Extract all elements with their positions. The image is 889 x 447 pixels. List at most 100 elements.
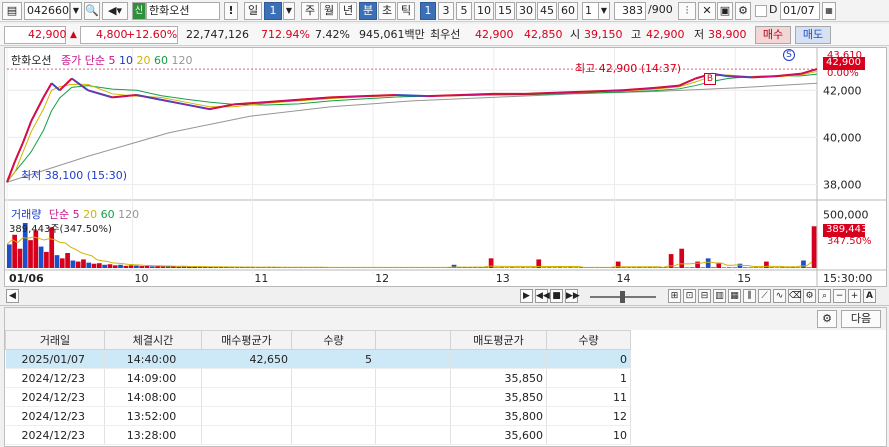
multiplier-dropdown-icon[interactable]: ▼	[598, 2, 610, 20]
interval-1-button[interactable]: 1	[420, 2, 436, 20]
col-exec-time[interactable]: 체결시간	[104, 330, 202, 350]
interval-10-button[interactable]: 10	[474, 2, 494, 20]
cell-sell-qty: 1	[546, 368, 631, 388]
page-count-input[interactable]: 383	[614, 2, 646, 20]
time-tick-label: 10	[135, 272, 149, 285]
volume-bar	[637, 267, 642, 268]
period-day-button[interactable]: 일	[244, 2, 262, 20]
magnifier-icon[interactable]: ⌕	[818, 289, 831, 303]
volume-bar	[59, 258, 65, 268]
cell-sell-avg: 35,800	[450, 406, 547, 426]
date-input[interactable]: 01/07	[780, 2, 820, 20]
col-trade-date[interactable]: 거래일	[5, 330, 105, 350]
save-icon[interactable]: ▣	[717, 2, 733, 20]
volume-bar	[674, 267, 679, 268]
cell-buy-qty	[291, 368, 376, 388]
table-row[interactable]: 2024/12/23 14:08:00 35,850 11	[5, 387, 631, 407]
volume-bar	[97, 263, 102, 268]
volume-bar	[541, 267, 547, 268]
table-settings-icon[interactable]: ⚙	[817, 310, 837, 328]
quote-bar: 42,900 ▲ 4,800 +12.60% 22,747,126 712.94…	[0, 24, 889, 46]
stock-code-input[interactable]: 042660	[24, 2, 70, 20]
chart-area[interactable]: 42,000 40,000 38,000 01/06 10 11 12 13 14 15 500,0…	[4, 47, 887, 287]
wave-icon[interactable]: ∿	[773, 289, 786, 303]
date-checkbox[interactable]	[755, 5, 767, 17]
vma-120-label: 120	[118, 208, 140, 221]
trend-icon[interactable]: ⟋	[758, 289, 771, 303]
sell-button[interactable]: 매도	[795, 26, 831, 44]
scroll-left-icon[interactable]: ◀	[6, 289, 19, 303]
stock-name-field[interactable]: 한화오션	[146, 2, 220, 20]
interval-5-button[interactable]: 5	[456, 2, 472, 20]
table-row[interactable]: 2024/12/23 13:52:00 35,800 12	[5, 406, 631, 426]
volume-bar	[552, 267, 557, 268]
volume-bar	[515, 267, 520, 268]
low-label: 저	[694, 28, 705, 41]
interval-60-button[interactable]: 60	[558, 2, 578, 20]
interval-45-button[interactable]: 45	[537, 2, 557, 20]
volume-bar	[155, 266, 160, 268]
grid-icon[interactable]: ▦	[728, 289, 741, 303]
time-tick-label: 12	[375, 272, 389, 285]
candle-icon[interactable]: ⫶	[678, 2, 696, 20]
cell-blank	[375, 387, 451, 407]
period-year-button[interactable]: 년	[339, 2, 357, 20]
period-multiplier-button[interactable]: 1	[264, 2, 282, 20]
interval-15-button[interactable]: 15	[495, 2, 515, 20]
volume-bar	[689, 267, 695, 268]
price-title: 한화오션	[11, 54, 52, 67]
overlay-icon[interactable]: ⊡	[683, 289, 696, 303]
col-buy-qty[interactable]: 수량	[291, 330, 376, 350]
zoom-in-icon[interactable]: +	[848, 289, 861, 303]
buy-button[interactable]: 매수	[755, 26, 791, 44]
volume-ma-line	[6, 236, 813, 268]
col-sell-qty[interactable]: 수량	[546, 330, 631, 350]
chart-settings-icon[interactable]: ⚙	[803, 289, 816, 303]
crosshair-icon[interactable]: ✕	[698, 2, 716, 20]
scroll-right-icon[interactable]: ▶	[520, 289, 533, 303]
col-sell-avg[interactable]: 매도평균가	[450, 330, 547, 350]
compare-icon[interactable]: ⊟	[698, 289, 711, 303]
best-ask: 42,900	[475, 28, 514, 41]
alert-icon[interactable]: !	[224, 2, 238, 20]
volume-bar	[795, 267, 801, 268]
bars-icon[interactable]: ⫼	[743, 289, 756, 303]
table-row[interactable]: 2024/12/23 13:28:00 35,600 10	[5, 425, 631, 445]
text-size-icon[interactable]: A	[863, 289, 876, 303]
trade-amount: 945,061백만	[359, 28, 425, 41]
layout-icon[interactable]: ▥	[713, 289, 726, 303]
gear-icon[interactable]: ⚙	[735, 2, 751, 20]
trash-icon[interactable]: ⌫	[788, 289, 802, 303]
period-second-button[interactable]: 초	[378, 2, 396, 20]
cell-date: 2025/01/07	[5, 349, 105, 369]
menu-icon[interactable]: ▤	[2, 2, 22, 20]
zoom-fit-icon[interactable]: ⊞	[668, 289, 681, 303]
fast-forward-icon[interactable]: ▶▶	[565, 289, 580, 303]
zoom-slider-handle[interactable]	[620, 291, 625, 303]
interval-3-button[interactable]: 3	[438, 2, 454, 20]
period-tick-button[interactable]: 틱	[397, 2, 415, 20]
period-minute-button[interactable]: 분	[359, 2, 377, 20]
period-week-button[interactable]: 주	[301, 2, 319, 20]
table-row[interactable]: 2025/01/07 14:40:00 42,650 5 0	[5, 349, 631, 369]
table-row[interactable]: 2024/12/23 14:09:00 35,850 1	[5, 368, 631, 388]
table-header-bar: ⚙ 다음	[5, 308, 886, 330]
stop-icon[interactable]: ■	[550, 289, 563, 303]
cell-sell-qty: 0	[546, 349, 631, 369]
interval-30-button[interactable]: 30	[516, 2, 536, 20]
search-icon[interactable]: 🔍	[84, 2, 100, 20]
price-change: 4,800	[96, 28, 128, 41]
period-month-button[interactable]: 월	[320, 2, 338, 20]
cell-buy-qty	[291, 387, 376, 407]
marker-b[interactable]: B	[704, 73, 716, 85]
marker-s[interactable]: S	[783, 49, 795, 61]
next-button[interactable]: 다음	[841, 310, 881, 328]
volume-bar	[38, 246, 44, 268]
calendar-icon[interactable]: ▦	[822, 2, 836, 20]
period-dropdown-icon[interactable]: ▼	[283, 2, 295, 20]
code-dropdown-icon[interactable]: ▼	[70, 2, 82, 20]
zoom-out-icon[interactable]: −	[833, 289, 846, 303]
speaker-icon[interactable]: ◀▾	[102, 2, 128, 20]
rewind-icon[interactable]: ◀◀	[535, 289, 550, 303]
col-buy-avg[interactable]: 매수평균가	[201, 330, 292, 350]
